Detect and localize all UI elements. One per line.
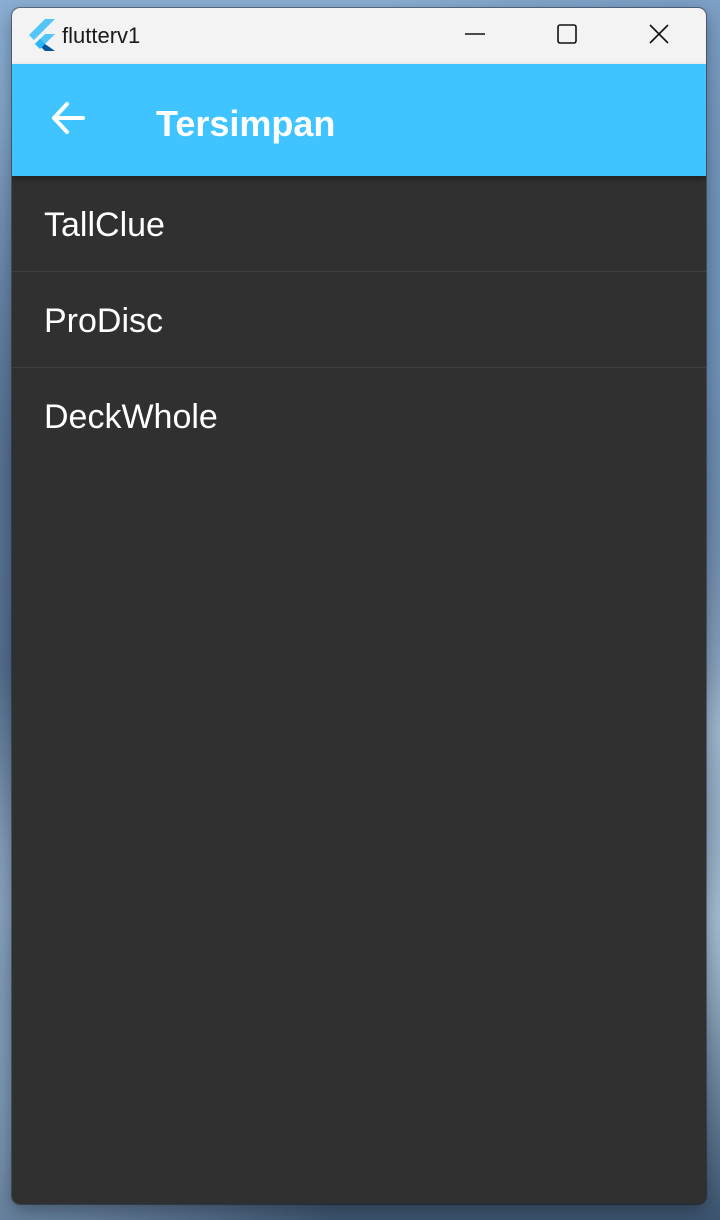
maximize-icon [556, 23, 578, 50]
saved-list: TallClue ProDisc DeckWhole [12, 176, 706, 463]
close-icon [648, 23, 670, 50]
page-title: Tersimpan [156, 103, 336, 144]
window-titlebar[interactable]: flutterv1 [12, 8, 706, 64]
maximize-button[interactable] [521, 8, 613, 64]
flutter-logo-icon [28, 19, 56, 51]
app-window: flutterv1 Tersimpan TallClue ProDisc Dec… [12, 8, 706, 1204]
minimize-icon [464, 23, 486, 50]
list-item[interactable]: DeckWhole [12, 368, 706, 463]
list-item[interactable]: TallClue [12, 176, 706, 272]
back-button[interactable] [36, 88, 100, 152]
minimize-button[interactable] [429, 8, 521, 64]
list-item[interactable]: ProDisc [12, 272, 706, 368]
arrow-back-icon [50, 100, 86, 141]
window-title: flutterv1 [62, 23, 141, 48]
close-button[interactable] [613, 8, 705, 64]
app-bar: Tersimpan [12, 64, 706, 176]
